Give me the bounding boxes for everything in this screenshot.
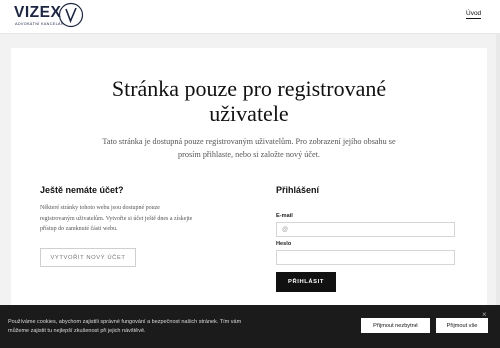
register-text-line1: Některé stránky tohoto webu jsou dostupn…: [40, 205, 160, 211]
login-section: Přihlášení E-mail @ Heslo PŘIHLÁSIT: [276, 184, 456, 292]
create-account-button[interactable]: VYTVOŘIT NOVÝ ÚČET: [40, 248, 136, 267]
cookie-text-line1: Používáme cookies, abychom zajistili spr…: [8, 319, 242, 325]
register-text-line2: registrovaným uživatelům. Vytvořte si úč…: [40, 215, 193, 222]
password-field[interactable]: [276, 250, 455, 265]
cookie-text: Používáme cookies, abychom zajistili spr…: [8, 318, 258, 336]
register-text: Některé stránky tohoto webu jsou dostupn…: [40, 203, 230, 235]
logo-mark-icon: [58, 2, 84, 28]
scrollbar[interactable]: [496, 33, 500, 348]
register-text-line3: přístup do zamknuté části webu.: [40, 226, 118, 232]
site-header: VIZEX ADVOKÁTNÍ KANCELÁŘ Úvod: [0, 0, 500, 34]
login-heading: Přihlášení: [276, 185, 320, 195]
cookie-banner: Používáme cookies, abychom zajistili spr…: [0, 305, 500, 348]
email-placeholder: @: [282, 226, 289, 233]
login-button[interactable]: PŘIHLÁSIT: [276, 272, 336, 292]
page-title-line1: Stránka pouze pro registrované: [111, 76, 387, 101]
accept-all-button[interactable]: Přijmout vše: [436, 318, 488, 333]
logo-subtext: ADVOKÁTNÍ KANCELÁŘ: [15, 22, 64, 26]
register-heading: Ještě nemáte účet?: [40, 185, 124, 195]
email-label: E-mail: [276, 213, 293, 219]
nav-link-uvod[interactable]: Úvod: [466, 10, 482, 19]
register-section: Ještě nemáte účet? Některé stránky tohot…: [40, 184, 230, 267]
password-label: Heslo: [276, 241, 292, 247]
intro-line1: Tato stránka je dostupná pouze registrov…: [102, 137, 396, 146]
intro-text: Tato stránka je dostupná pouze registrov…: [71, 135, 427, 161]
logo-text: VIZEX: [14, 4, 62, 21]
cookie-text-line2: můžeme zajistit tu nejlepší zkušenost př…: [8, 328, 146, 334]
accept-necessary-button[interactable]: Přijmout nezbytné: [361, 318, 430, 333]
intro-line2: prosím přihlaste, nebo si založte nový ú…: [178, 150, 320, 159]
logo[interactable]: VIZEX ADVOKÁTNÍ KANCELÁŘ: [14, 2, 84, 29]
page-title: Stránka pouze pro registrované uživatele: [11, 76, 487, 126]
close-icon[interactable]: ×: [482, 310, 487, 319]
email-field[interactable]: @: [276, 222, 455, 237]
page-title-line2: uživatele: [209, 101, 289, 126]
content-card: Stránka pouze pro registrované uživatele…: [11, 48, 487, 318]
